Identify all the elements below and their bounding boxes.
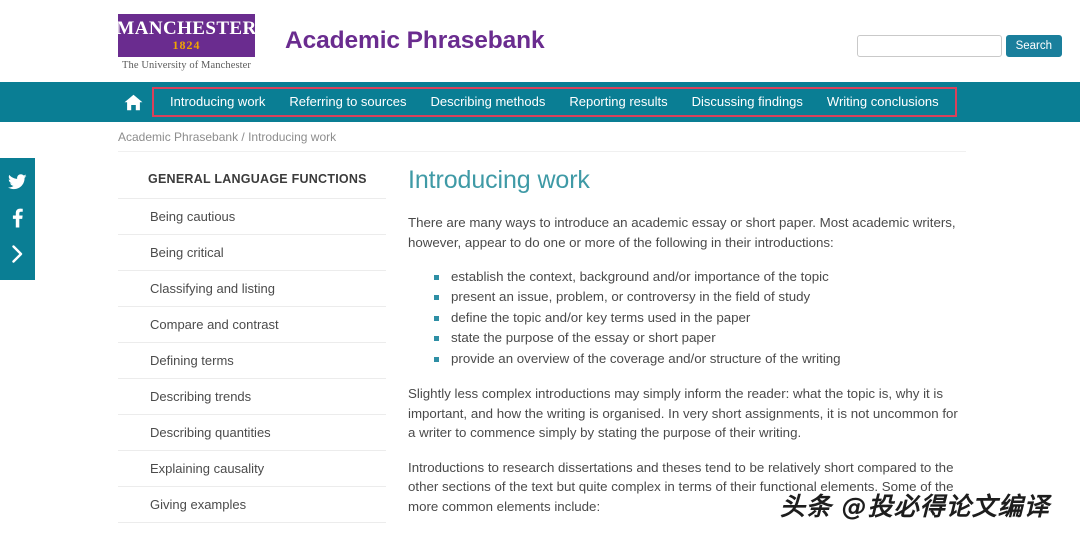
nav-item-discussing-findings[interactable]: Discussing findings [680,89,815,115]
nav-item-introducing-work[interactable]: Introducing work [158,89,277,115]
list-item: define the topic and/or key terms used i… [434,308,968,328]
introduction-elements-list: establish the context, background and/or… [408,267,968,369]
list-item: establish the context, background and/or… [434,267,968,287]
nav-highlight-box: Introducing work Referring to sources De… [152,87,957,117]
breadcrumb[interactable]: Academic Phrasebank / Introducing work [118,130,336,144]
sidebar-heading: GENERAL LANGUAGE FUNCTIONS [148,172,367,186]
nav-item-reporting-results[interactable]: Reporting results [557,89,679,115]
search-button[interactable]: Search [1005,35,1062,57]
chevron-right-icon[interactable] [0,236,35,272]
logo-subtitle: The University of Manchester [121,60,252,71]
breadcrumb-bar: Academic Phrasebank / Introducing work [0,122,1080,152]
home-icon[interactable] [118,89,148,115]
page-content: GENERAL LANGUAGE FUNCTIONS Being cautiou… [0,152,1080,533]
search-input[interactable] [856,35,1002,57]
intro-paragraph: There are many ways to introduce an acad… [408,215,956,250]
sidebar-item-describing-quantities[interactable]: Describing quantities [118,414,386,450]
twitter-icon[interactable] [0,164,35,200]
logo-year: 1824 [172,38,201,52]
sidebar: GENERAL LANGUAGE FUNCTIONS Being cautiou… [118,152,386,533]
sidebar-item-giving-examples[interactable]: Giving examples [118,486,386,522]
nav-item-referring-to-sources[interactable]: Referring to sources [277,89,418,115]
logo-wordmark: MANCHESTER [116,18,257,39]
main-article: Introducing work There are many ways to … [386,152,1080,533]
list-item: present an issue, problem, or controvers… [434,287,968,307]
social-share-rail [0,158,35,280]
sidebar-item-classifying-and-listing[interactable]: Classifying and listing [118,270,386,306]
sidebar-item-explaining-causality[interactable]: Explaining causality [118,450,386,486]
list-item: state the purpose of the essay or short … [434,328,968,348]
page-title: Introducing work [408,166,590,194]
search-form[interactable]: Search [856,35,1062,57]
page-root: MANCHESTER 1824 The University of Manche… [0,0,1080,533]
sidebar-item-being-cautious[interactable]: Being cautious [118,198,386,234]
list-item: provide an overview of the coverage and/… [434,349,968,369]
sidebar-item-signalling-transition[interactable]: Signalling transition [118,522,386,533]
sidebar-item-compare-and-contrast[interactable]: Compare and contrast [118,306,386,342]
site-title: Academic Phrasebank [285,27,545,54]
secondary-paragraph: Slightly less complex introductions may … [408,386,958,441]
main-navigation: Introducing work Referring to sources De… [0,82,1080,122]
nav-item-writing-conclusions[interactable]: Writing conclusions [815,89,951,115]
site-header: MANCHESTER 1824 The University of Manche… [0,0,1080,82]
university-logo[interactable]: MANCHESTER 1824 The University of Manche… [116,14,257,71]
sidebar-item-being-critical[interactable]: Being critical [118,234,386,270]
nav-item-describing-methods[interactable]: Describing methods [418,89,557,115]
watermark-overlay: 头条 @投必得论文编译 [780,492,1050,521]
sidebar-item-defining-terms[interactable]: Defining terms [118,342,386,378]
facebook-icon[interactable] [0,200,35,236]
sidebar-item-describing-trends[interactable]: Describing trends [118,378,386,414]
logo-box: MANCHESTER 1824 [116,14,257,57]
